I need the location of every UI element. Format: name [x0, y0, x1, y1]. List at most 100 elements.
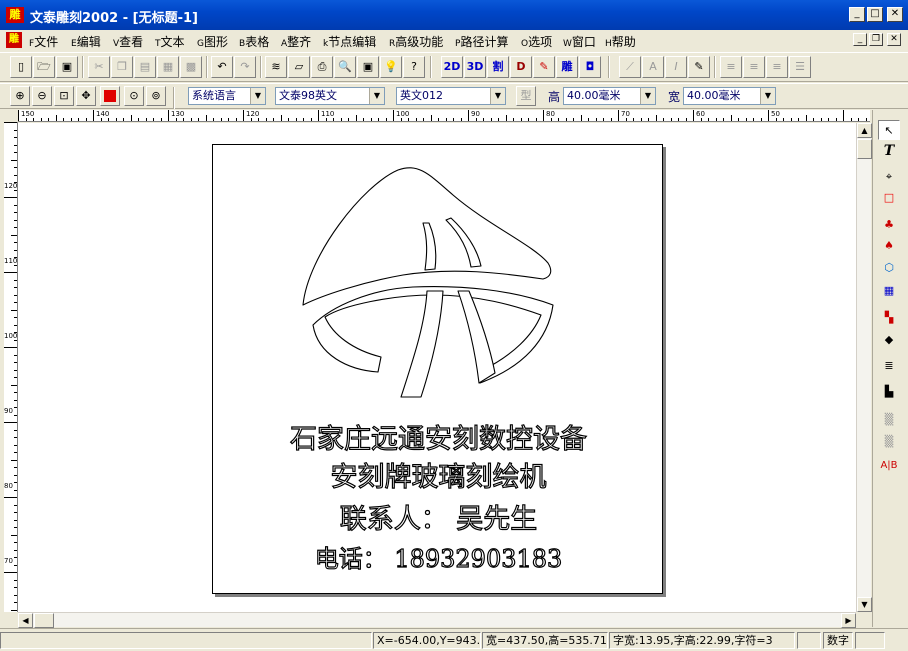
contact-text[interactable]: 联系人： 吴先生 — [213, 497, 664, 536]
format-copy-icon[interactable]: ▩ — [180, 56, 202, 78]
select-tool[interactable]: ↖ — [878, 120, 900, 140]
print-icon[interactable]: ⎙ — [311, 56, 333, 78]
document-icon[interactable]: 雕 — [6, 32, 22, 48]
font-style-icon[interactable]: 型 — [516, 86, 536, 106]
doc-minimize-button[interactable]: _ — [853, 33, 867, 46]
menu-align[interactable]: A整齐 — [281, 33, 311, 50]
new-file-icon[interactable]: ▯ — [10, 56, 32, 78]
disabled-tool-1[interactable]: ▒ — [878, 410, 900, 430]
phone-text[interactable]: 电话： 18932903183 — [213, 539, 664, 574]
zoom-in-icon[interactable]: ⊕ — [10, 86, 30, 106]
copy-icon[interactable]: ❐ — [111, 56, 133, 78]
engrave-icon[interactable]: ✎ — [533, 56, 555, 78]
align-right-icon[interactable]: ≡ — [766, 56, 788, 78]
zoom-page-icon[interactable]: ⊚ — [146, 86, 166, 106]
d-button[interactable]: D — [510, 56, 532, 78]
italic-icon[interactable]: I — [665, 56, 687, 78]
align-center-icon[interactable]: ≡ — [743, 56, 765, 78]
menu-path-calc[interactable]: P路径计算 — [455, 33, 508, 50]
measure-tool[interactable]: ▙ — [878, 382, 900, 402]
undo-icon[interactable]: ↶ — [211, 56, 233, 78]
preview-icon[interactable]: 🔍 — [334, 56, 356, 78]
menu-help[interactable]: H帮助 — [605, 33, 636, 50]
color-palette-tool[interactable]: ▚ — [878, 308, 900, 328]
close-button[interactable]: ✕ — [887, 7, 903, 22]
gradient-tool[interactable]: ♠ — [878, 236, 900, 256]
import-icon[interactable]: ≋ — [265, 56, 287, 78]
menu-node-edit[interactable]: k节点编辑 — [323, 33, 376, 50]
width-input[interactable]: 40.00毫米 ▼ — [683, 87, 776, 105]
menu-view[interactable]: V查看 — [113, 33, 143, 50]
frame-icon[interactable]: ▣ — [357, 56, 379, 78]
product-name-text[interactable]: 安刻牌玻璃刻绘机 — [213, 455, 664, 494]
title-bar[interactable]: 雕 文泰雕刻2002 - [无标题-1] _ □ ✕ — [0, 0, 908, 30]
company-name-text[interactable]: 石家庄远通安刻数控设备 — [213, 417, 664, 456]
output-icon[interactable]: ◘ — [579, 56, 601, 78]
logo-graphic[interactable] — [213, 145, 664, 415]
cut-path-button[interactable]: 割 — [487, 56, 509, 78]
node-edit-tool[interactable]: ⌖ — [878, 167, 900, 187]
shape-tool[interactable]: ⬡ — [878, 258, 900, 278]
help-icon[interactable]: ? — [403, 56, 425, 78]
3d-button[interactable]: 3D — [464, 56, 486, 78]
scroll-left-arrow[interactable]: ◀ — [18, 613, 33, 628]
doc-restore-button[interactable]: ❐ — [869, 33, 883, 46]
fill-tool[interactable]: ♣ — [878, 215, 900, 235]
pan-icon[interactable]: ✥ — [76, 86, 96, 106]
menu-table[interactable]: B表格 — [239, 33, 269, 50]
redo-icon[interactable]: ↷ — [234, 56, 256, 78]
save-icon[interactable]: ▣ — [56, 56, 78, 78]
cut-icon[interactable]: ✂ — [88, 56, 110, 78]
paste-icon[interactable]: ▤ — [134, 56, 156, 78]
menu-graphics[interactable]: G图形 — [197, 33, 228, 50]
text-replace-tool[interactable]: A|B — [878, 456, 900, 476]
color-swatch-icon[interactable] — [100, 86, 120, 106]
menu-file[interactable]: F文件 — [29, 33, 58, 50]
height-input[interactable]: 40.00毫米 ▼ — [563, 87, 656, 105]
list-tool[interactable]: ≣ — [878, 356, 900, 376]
2d-button[interactable]: 2D — [441, 56, 463, 78]
menu-window[interactable]: W窗口 — [563, 33, 596, 50]
english-font-select[interactable]: 英文012 ▼ — [396, 87, 506, 105]
vertical-ruler[interactable]: 120 110 100 90 80 70 — [4, 122, 18, 612]
table-tool[interactable]: ▦ — [878, 281, 900, 301]
clipboard-icon[interactable]: ▦ — [157, 56, 179, 78]
scroll-up-arrow[interactable]: ▲ — [857, 123, 872, 138]
zoom-box-icon[interactable]: ⊡ — [54, 86, 74, 106]
scroll-right-arrow[interactable]: ▶ — [841, 613, 856, 628]
disabled-tool-2[interactable]: ▒ — [878, 432, 900, 452]
justify-icon[interactable]: ☰ — [789, 56, 811, 78]
maximize-button[interactable]: □ — [867, 7, 883, 22]
transform-icon[interactable]: ⟋ — [619, 56, 641, 78]
menu-edit[interactable]: E编辑 — [71, 33, 101, 50]
doc-close-button[interactable]: ✕ — [887, 33, 901, 46]
carve-button[interactable]: 雕 — [556, 56, 578, 78]
horizontal-scroll-thumb[interactable] — [34, 613, 54, 628]
menu-text[interactable]: T文本 — [155, 33, 185, 50]
vertical-scroll-thumb[interactable] — [857, 139, 872, 159]
layout-icon[interactable]: ▱ — [288, 56, 310, 78]
zoom-out-icon[interactable]: ⊖ — [32, 86, 52, 106]
chinese-font-select[interactable]: 文泰98英文 ▼ — [275, 87, 385, 105]
vertical-scrollbar[interactable]: ▲ ▼ — [856, 123, 872, 612]
language-select[interactable]: 系统语言 ▼ — [188, 87, 266, 105]
scroll-down-arrow[interactable]: ▼ — [857, 597, 872, 612]
text-tool[interactable]: T — [878, 141, 900, 161]
horizontal-scrollbar[interactable]: ◀ ▶ — [18, 612, 856, 628]
edit-text-icon[interactable]: ✎ — [688, 56, 710, 78]
rectangle-tool[interactable]: □ — [878, 188, 900, 208]
horizontal-ruler[interactable]: 150 140 130 120 110 100 90 80 70 60 50 — [18, 110, 870, 122]
menu-advanced[interactable]: R高级功能 — [389, 33, 443, 50]
zoom-fit-icon[interactable]: ⊙ — [124, 86, 144, 106]
text-frame-icon[interactable]: A — [642, 56, 664, 78]
paint-bucket-tool[interactable]: ◆ — [878, 330, 900, 350]
align-left-icon[interactable]: ≡ — [720, 56, 742, 78]
drawing-canvas[interactable]: 石家庄远通安刻数控设备 安刻牌玻璃刻绘机 联系人： 吴先生 电话： 189329… — [18, 123, 856, 612]
minimize-button[interactable]: _ — [849, 7, 865, 22]
standard-toolbar: ▯ 🗁 ▣ ✂ ❐ ▤ ▦ ▩ ↶ ↷ ≋ ▱ ⎙ 🔍 ▣ 💡 ? 2D 3D … — [0, 52, 908, 82]
page-area[interactable]: 石家庄远通安刻数控设备 安刻牌玻璃刻绘机 联系人： 吴先生 电话： 189329… — [212, 144, 663, 594]
tip-icon[interactable]: 💡 — [380, 56, 402, 78]
open-folder-icon[interactable]: 🗁 — [33, 56, 55, 78]
app-icon[interactable]: 雕 — [6, 7, 24, 23]
menu-options[interactable]: O选项 — [521, 33, 552, 50]
